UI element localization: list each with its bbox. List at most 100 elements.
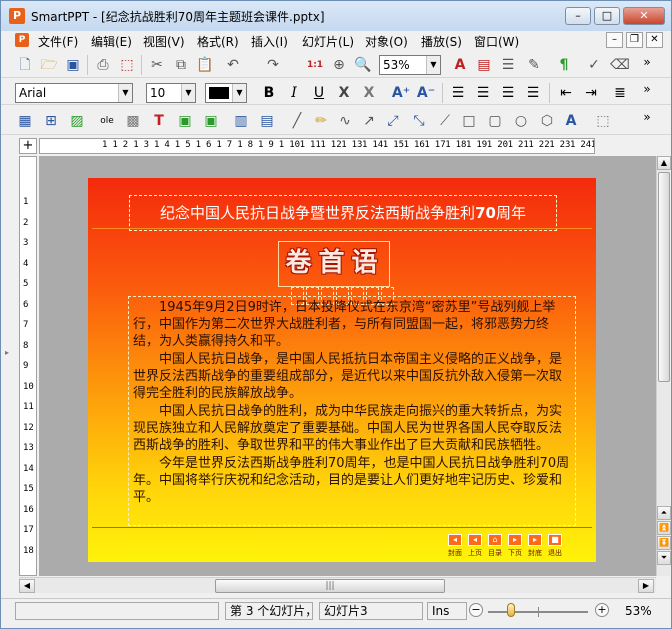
justify-icon[interactable]: ☰ (523, 83, 543, 103)
copy-icon[interactable]: ⧉ (171, 55, 191, 75)
undo-icon[interactable]: ↶ (223, 55, 243, 75)
collapse-arrow-icon[interactable]: ▸ (5, 348, 9, 357)
menu-play[interactable]: 播放(S) (421, 33, 462, 50)
close-button[interactable]: ✕ (623, 7, 665, 25)
zoom-in-button[interactable]: + (595, 603, 609, 617)
vertical-scroll-thumb[interactable] (658, 172, 670, 382)
outline-button[interactable]: X (359, 83, 379, 103)
nav-exit-button[interactable]: ■ (548, 534, 562, 546)
font-size-select[interactable]: 10 ▼ (146, 83, 196, 103)
shapes-icon[interactable]: ⬡ (537, 111, 557, 131)
elbow-connector-icon[interactable]: ⤡ (409, 111, 429, 131)
text-direction-icon[interactable]: ¶ (554, 55, 574, 75)
slide-canvas[interactable]: 纪念中国人民抗日战争暨世界反法西斯战争胜利70周年 卷首语 1945年9月2日9… (39, 156, 656, 576)
slide-title[interactable]: 纪念中国人民抗日战争暨世界反法西斯战争胜利70周年 (129, 195, 557, 231)
document-icon[interactable]: P (15, 33, 29, 47)
nav-first-button[interactable]: ◂ (448, 534, 462, 546)
cut-icon[interactable]: ✂ (147, 55, 167, 75)
align-right-icon[interactable]: ☰ (498, 83, 518, 103)
menu-insert[interactable]: 插入(I) (251, 33, 288, 50)
toolbar-overflow-icon[interactable]: » (637, 52, 657, 72)
print-icon[interactable]: ⎙ (93, 55, 113, 75)
rectangle-icon[interactable]: □ (459, 111, 479, 131)
nav-last-button[interactable]: ▸ (528, 534, 542, 546)
toolbar-overflow-icon[interactable]: » (637, 107, 657, 127)
menu-format[interactable]: 格式(R) (197, 33, 239, 50)
horizontal-scroll-thumb[interactable]: ||| (215, 579, 445, 593)
next-slide-button[interactable]: ⏬ (657, 536, 671, 550)
align-left-icon[interactable]: ☰ (448, 83, 468, 103)
scroll-left-button[interactable]: ◀ (19, 579, 35, 593)
zoom-icon[interactable]: 🔍 (353, 55, 373, 75)
status-insert-mode[interactable]: Ins (427, 602, 467, 620)
zoom-find-icon[interactable]: ⊕ (329, 55, 349, 75)
prev-slide-button[interactable]: ⏫ (657, 521, 671, 535)
nav-prev-button[interactable]: ◂ (468, 534, 482, 546)
heading-box[interactable]: 卷首语 (278, 241, 390, 287)
form-field-icon[interactable]: ▣ (201, 111, 221, 131)
doc-restore-button[interactable]: ❐ (626, 32, 643, 48)
strikethrough-button[interactable]: X (334, 83, 354, 103)
shrink-font-button[interactable]: A⁻ (416, 83, 436, 103)
font-color-icon[interactable]: A (450, 55, 470, 75)
rounded-rectangle-icon[interactable]: ▢ (485, 111, 505, 131)
grow-font-button[interactable]: A⁺ (391, 83, 411, 103)
line-icon[interactable]: ╱ (287, 111, 307, 131)
underline-button[interactable]: U (309, 83, 329, 103)
scroll-right-button[interactable]: ▶ (638, 579, 654, 593)
pencil-icon[interactable]: ✏ (311, 111, 331, 131)
zoom-out-button[interactable]: − (469, 603, 483, 617)
fontwork-icon[interactable]: A (561, 111, 581, 131)
nav-home-button[interactable]: ⌂ (488, 534, 502, 546)
menu-window[interactable]: 窗口(W) (474, 33, 519, 50)
maximize-button[interactable]: □ (594, 7, 620, 25)
save-icon[interactable]: ▣ (63, 55, 83, 75)
italic-button[interactable]: I (284, 83, 304, 103)
menu-view[interactable]: 视图(V) (143, 33, 185, 50)
bullet-list-icon[interactable]: ≣ (610, 83, 630, 103)
horizontal-scrollbar[interactable]: ◀ ||| ▶ (19, 577, 656, 593)
form-icon[interactable]: ▣ (175, 111, 195, 131)
ruler-corner[interactable]: + (19, 138, 37, 154)
slide-icon[interactable]: ▤ (257, 111, 277, 131)
slide[interactable]: 纪念中国人民抗日战争暨世界反法西斯战争胜利70周年 卷首语 1945年9月2日9… (88, 178, 596, 562)
menu-object[interactable]: 对象(O) (365, 33, 408, 50)
picture-text-icon[interactable]: ▤ (474, 55, 494, 75)
text-art-icon[interactable]: T (149, 111, 169, 131)
picture-icon[interactable]: ▨ (67, 111, 87, 131)
format-painter-icon[interactable]: ✎ (524, 55, 544, 75)
body-text-box[interactable]: 1945年9月2日9时许，日本投降仪式在东京湾“密苏里”号战列舰上举行，中国作为… (128, 296, 576, 526)
minimize-button[interactable]: – (565, 7, 591, 25)
ole-object-icon[interactable]: ole (97, 111, 117, 131)
redo-icon[interactable]: ↷ (263, 55, 283, 75)
doc-close-button[interactable]: ✕ (646, 32, 663, 48)
actual-size-icon[interactable]: 1:1 (305, 55, 325, 75)
toolbar-overflow-icon[interactable]: » (637, 79, 657, 99)
zoom-select[interactable]: 53% ▼ (379, 55, 441, 75)
open-folder-icon[interactable]: 🗁 (39, 55, 59, 75)
menu-file[interactable]: 文件(F) (38, 33, 78, 50)
export-pdf-icon[interactable]: ⬚ (117, 55, 137, 75)
polyline-icon[interactable]: ⟋ (435, 111, 455, 131)
decrease-indent-icon[interactable]: ⇤ (556, 83, 576, 103)
curve-icon[interactable]: ∿ (335, 111, 355, 131)
notes-icon[interactable]: ☰ (498, 55, 518, 75)
color-picker[interactable]: ▼ (205, 83, 247, 103)
vertical-ruler[interactable]: 1 2 3 4 5 6 7 8 9 10 11 12 13 14 15 16 17 18 (19, 156, 37, 576)
bold-button[interactable]: B (259, 83, 279, 103)
frame-icon[interactable]: ▥ (231, 111, 251, 131)
align-center-icon[interactable]: ☰ (473, 83, 493, 103)
connector-icon[interactable]: ⤢ (383, 111, 403, 131)
spellcheck-icon[interactable]: ✓ (584, 55, 604, 75)
menu-slide[interactable]: 幻灯片(L) (302, 33, 354, 50)
doc-minimize-button[interactable]: – (606, 32, 623, 48)
arrow-icon[interactable]: ↗ (359, 111, 379, 131)
new-file-icon[interactable]: 🗋 (15, 55, 35, 75)
ellipse-icon[interactable]: ○ (511, 111, 531, 131)
clear-format-icon[interactable]: ⌫ (610, 55, 630, 75)
scroll-up-button[interactable]: ▲ (657, 156, 671, 170)
font-family-select[interactable]: Arial ▼ (15, 83, 133, 103)
last-slide-button[interactable]: ⏷ (657, 551, 671, 565)
horizontal-ruler[interactable]: 1 1 2 1 3 1 4 1 5 1 6 1 7 1 8 1 9 1 10 1 11 1 12 1 13 1 14 1 15 1 16 1 1… (39, 138, 595, 154)
nav-next-button[interactable]: ▸ (508, 534, 522, 546)
